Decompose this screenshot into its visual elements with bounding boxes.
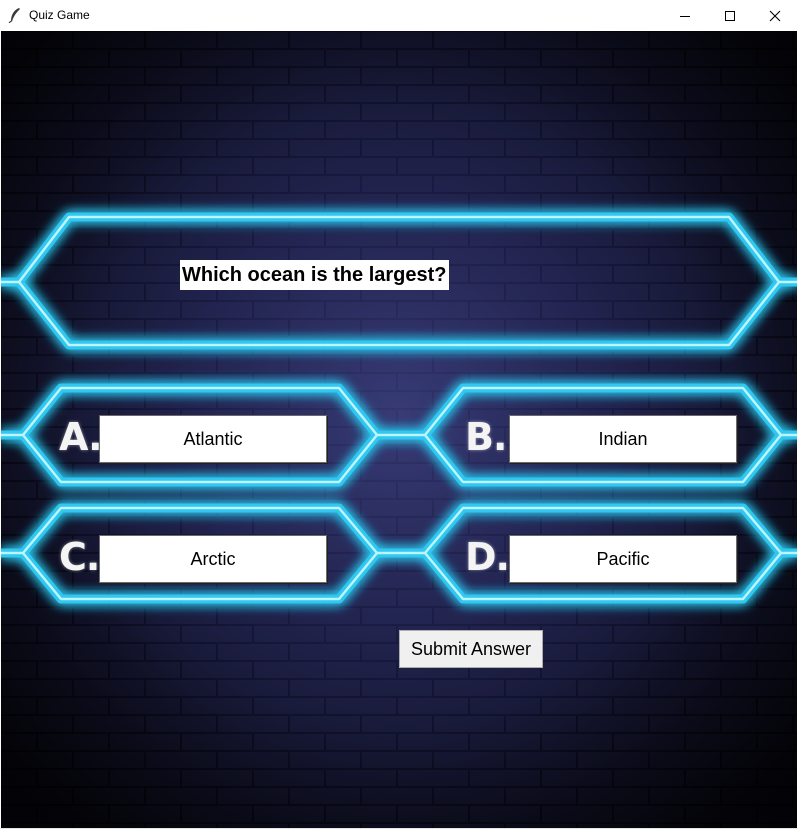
question-label: Which ocean is the largest? bbox=[180, 260, 449, 290]
option-letter-b: B. bbox=[465, 415, 507, 459]
quiz-canvas: Which ocean is the largest? A. B. C. D. … bbox=[1, 31, 797, 828]
option-letter-a: A. bbox=[59, 415, 103, 459]
answer-button-b[interactable]: Indian bbox=[509, 415, 737, 463]
window-title: Quiz Game bbox=[29, 8, 90, 22]
option-letter-d: D. bbox=[465, 535, 510, 579]
title-bar[interactable]: Quiz Game bbox=[0, 0, 798, 31]
maximize-icon bbox=[725, 10, 735, 21]
submit-answer-button[interactable]: Submit Answer bbox=[399, 630, 543, 668]
option-letter-c: C. bbox=[59, 535, 100, 579]
quiz-game-window: Quiz Game Which ocean is the largest? A.… bbox=[0, 0, 798, 829]
answer-button-c[interactable]: Arctic bbox=[99, 535, 327, 583]
feather-icon bbox=[8, 8, 20, 23]
close-icon bbox=[769, 10, 781, 21]
close-button[interactable] bbox=[752, 0, 798, 31]
maximize-button[interactable] bbox=[707, 0, 753, 31]
answer-button-a[interactable]: Atlantic bbox=[99, 415, 327, 463]
minimize-icon bbox=[680, 15, 690, 17]
answer-button-d[interactable]: Pacific bbox=[509, 535, 737, 583]
minimize-button[interactable] bbox=[662, 0, 708, 31]
